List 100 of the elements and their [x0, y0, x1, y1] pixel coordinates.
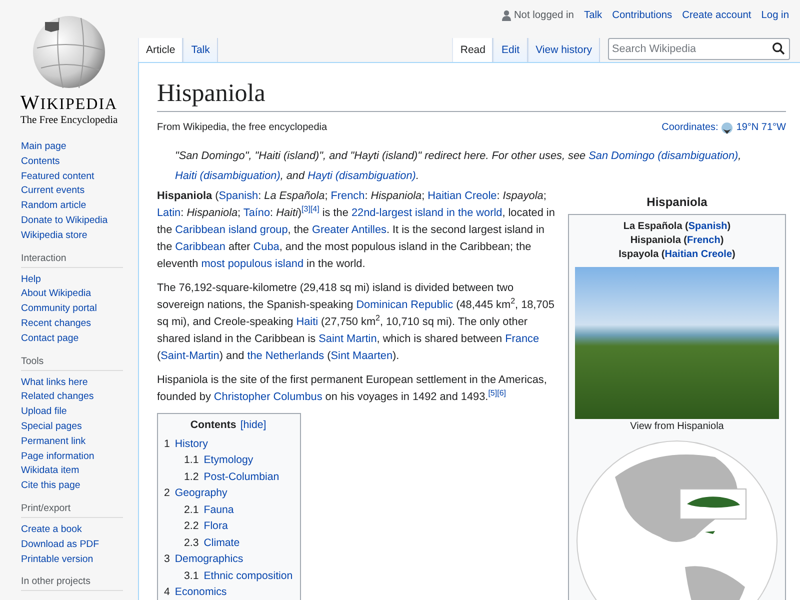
sidebar-link[interactable]: About Wikipedia — [21, 287, 92, 302]
native-name: Ispayola (Haitian Creole) — [618, 248, 736, 262]
tab[interactable]: Article — [138, 38, 184, 62]
link[interactable]: French — [330, 190, 365, 202]
page-title: Hispaniola — [157, 79, 786, 112]
section-number: 3 — [164, 552, 170, 567]
link[interactable]: France — [505, 333, 540, 345]
link[interactable]: Latin — [157, 207, 181, 219]
link[interactable]: most populous island — [201, 258, 304, 270]
sidebar-link[interactable]: Related changes — [21, 390, 94, 406]
sidebar-link[interactable]: Permanent link — [21, 434, 86, 450]
native-name: La Española (Spanish) — [622, 220, 732, 234]
link[interactable]: Sint Maarten — [330, 350, 393, 362]
globe-icon[interactable] — [721, 122, 734, 134]
section-number: 1.2 — [184, 470, 199, 484]
section-heading: In other projects — [21, 576, 123, 592]
link[interactable]: Coordinates: — [662, 118, 718, 138]
toc-link[interactable]: Demographics — [174, 551, 244, 568]
section-number: 2 — [164, 486, 170, 501]
link[interactable]: French — [687, 235, 720, 246]
sidebar-link[interactable]: Wikipedia store — [21, 228, 88, 244]
link[interactable]: Haitian Creole — [428, 190, 497, 202]
personal-link[interactable]: Contributions — [612, 10, 672, 20]
tab[interactable]: View history — [528, 38, 600, 62]
login-status: Not logged in — [502, 10, 574, 20]
link[interactable]: San Domingo (disambiguation) — [588, 150, 738, 162]
sidebar-link[interactable]: Current events — [21, 184, 85, 200]
sidebar-link[interactable]: Contents — [21, 154, 60, 170]
section-number: 4 — [164, 585, 170, 600]
wordmark: WIKIPEDIA — [20, 92, 118, 115]
sidebar-link[interactable]: Download as PDF — [21, 538, 100, 553]
sidebar-link[interactable]: Page information — [21, 450, 94, 464]
sidebar-link[interactable]: Wikidata item — [21, 464, 80, 480]
link[interactable]: Christopher Columbus — [214, 391, 322, 403]
sidebar-link[interactable]: Help — [21, 272, 41, 288]
link[interactable]: Hayti (disambiguation) — [308, 170, 416, 182]
photo-caption: View from Hispaniola — [629, 420, 725, 434]
citation-link[interactable]: [4] — [310, 204, 320, 214]
toc-link[interactable]: Flora — [204, 518, 228, 534]
link[interactable]: Saint-Martin — [160, 350, 220, 362]
toc-link[interactable]: Fauna — [204, 502, 234, 518]
section-heading: Print/export — [21, 502, 123, 518]
toc-link[interactable]: Economics — [174, 584, 227, 600]
toc-link[interactable]: Ethnic composition — [204, 568, 293, 584]
sidebar-link[interactable]: Upload file — [21, 405, 67, 420]
personal-link[interactable]: Create account — [682, 10, 752, 20]
toc-link[interactable]: Post-Columbian — [204, 468, 280, 485]
link[interactable]: Greater Antilles — [312, 224, 386, 236]
toc-link[interactable]: Climate — [204, 534, 240, 551]
sidebar-link[interactable]: Cite this page — [21, 479, 80, 494]
link[interactable]: 22nd-largest island in the world — [351, 207, 502, 219]
section-number: 1 — [164, 436, 170, 452]
link[interactable]: Haiti (disambiguation) — [175, 170, 280, 182]
link[interactable]: 19°N 71°W — [736, 118, 786, 138]
section-number: 1.1 — [184, 453, 199, 468]
personal-link[interactable]: Talk — [584, 10, 602, 20]
link[interactable]: Haitian Creole — [664, 249, 732, 260]
sidebar-link[interactable]: What links here — [21, 376, 88, 390]
toc-title: Contents — [190, 419, 236, 431]
toc-link[interactable]: Etymology — [204, 452, 254, 468]
tab[interactable]: Read — [452, 38, 494, 62]
toc-link[interactable]: Geography — [174, 485, 228, 502]
link[interactable]: Dominican Republic — [356, 299, 454, 311]
toggle-link[interactable]: [hide] — [240, 419, 266, 431]
tab[interactable]: Edit — [493, 38, 528, 62]
link[interactable]: Saint Martin — [318, 333, 377, 345]
citation-link[interactable]: [3] — [302, 204, 310, 214]
tab[interactable]: Talk — [183, 38, 218, 62]
hatnote: "San Domingo", "Haiti (island)", and "Hayti (island)" redirect here. For other uses, see San Domingo (disambiguation), Haiti (disambiguation), and Hayti (disambiguation). — [174, 149, 742, 184]
logo-tagline: The Free Encyclopedia — [20, 115, 118, 126]
personal-link[interactable]: Log in — [761, 10, 789, 20]
sidebar-link[interactable]: Printable version — [21, 552, 94, 568]
sidebar-link[interactable]: Special pages — [21, 420, 82, 435]
link[interactable]: Spanish — [218, 190, 258, 202]
link[interactable]: Spanish — [688, 221, 728, 232]
link[interactable]: Haiti — [296, 316, 318, 328]
toc-link[interactable]: History — [174, 436, 208, 452]
sidebar-link[interactable]: Recent changes — [21, 316, 92, 332]
search-icon[interactable] — [772, 42, 785, 55]
sidebar-link[interactable]: Featured content — [21, 170, 94, 184]
search-field[interactable]: Search Wikipedia — [608, 38, 790, 60]
section-heading: Tools — [21, 356, 123, 371]
link[interactable]: Caribbean island group — [175, 224, 288, 236]
sidebar-link[interactable]: Contact page — [21, 332, 79, 347]
sidebar-link[interactable]: Community portal — [21, 302, 97, 317]
sidebar-link[interactable]: Main page — [21, 140, 66, 155]
citation-link[interactable]: [5] — [488, 388, 498, 398]
link[interactable]: the Netherlands — [247, 350, 324, 362]
link[interactable]: Cuba — [253, 241, 280, 253]
sidebar-link[interactable]: Create a book — [21, 522, 82, 538]
citation-link[interactable]: [6] — [497, 388, 506, 398]
tagline: From Wikipedia, the free encyclopedia — [157, 121, 328, 135]
link[interactable]: Caribbean — [175, 241, 226, 253]
infobox-title: Hispaniola — [646, 194, 708, 211]
section-number: 3.1 — [184, 568, 199, 584]
native-name: Hispaniola (French) — [629, 234, 725, 248]
sidebar-link[interactable]: Random article — [21, 199, 86, 214]
paragraph: The 76,192-square-kilometre (29,418 sq mi) island is divided between two sovereign nations, the Spanish-speaking Dominican Republic (48,445 km$^{2}$, 18,705 sq mi), and Creole-speaking Haiti (27,750 km$^{2}$, 10,710 sq mi). The only other shared island in the Caribbean is Saint Martin, which is shared between France (Saint-Martin) and the Netherlands (Sint Maarten). — [157, 281, 556, 364]
link[interactable]: Taíno — [243, 207, 270, 219]
sidebar-link[interactable]: Donate to Wikipedia — [21, 214, 108, 229]
